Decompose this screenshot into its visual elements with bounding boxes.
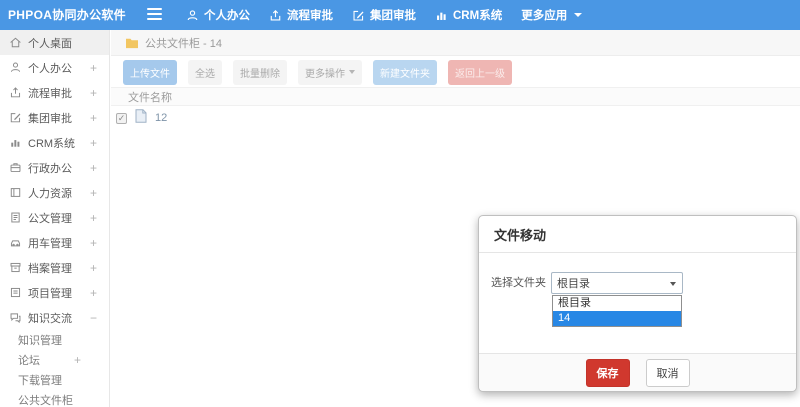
top-nav-menu: 个人办公 流程审批 集团审批 CRM系统 更多应用 — [186, 0, 583, 30]
modal-title: 文件移动 — [494, 227, 547, 243]
sidebar-item-desktop[interactable]: 个人桌面 — [0, 30, 109, 55]
phpoa-app: PHPOA协同办公软件 个人办公 流程审批 集团审批 CRM系统 更多应用 个人… — [0, 0, 800, 407]
more-operations-button[interactable]: 更多操作 — [298, 59, 362, 85]
dropdown-option-root[interactable]: 根目录 — [553, 296, 681, 311]
nav-workflow-approval[interactable]: 流程审批 — [269, 7, 333, 23]
sidebar-subitem-download-mgmt[interactable]: 下载管理 — [0, 370, 109, 390]
file-name-column-header: 文件名称 — [128, 91, 172, 104]
cancel-button[interactable]: 取消 — [645, 358, 690, 387]
batch-delete-button[interactable]: 批量删除 — [233, 59, 287, 85]
sidebar-item-group-approval[interactable]: 集团审批 + — [0, 105, 109, 130]
expand-plus-icon[interactable]: + — [90, 211, 97, 225]
select-all-button[interactable]: 全选 — [188, 59, 222, 85]
collapse-minus-icon[interactable]: − — [90, 311, 97, 325]
modal-footer: 保存 取消 — [479, 353, 796, 391]
expand-plus-icon[interactable]: + — [90, 61, 97, 75]
sidebar-subitem-public-file-cabinet[interactable]: 公共文件柜 — [0, 390, 109, 407]
chevron-down-icon — [670, 282, 676, 286]
row-checkbox[interactable]: ✓ — [116, 112, 127, 124]
expand-plus-icon[interactable]: + — [90, 186, 97, 200]
nav-group-approval[interactable]: 集团审批 — [352, 7, 416, 23]
sidebar-item-knowledge-exchange[interactable]: 知识交流 − — [0, 305, 109, 330]
expand-plus-icon[interactable]: + — [90, 161, 97, 175]
car-icon — [9, 236, 22, 249]
sidebar-item-workflow-approval[interactable]: 流程审批 + — [0, 80, 109, 105]
folder-icon — [125, 37, 139, 49]
chevron-down-icon — [574, 13, 583, 17]
upload-share-icon — [269, 9, 282, 22]
chat-bubbles-icon — [9, 311, 22, 324]
sidebar-item-hr[interactable]: 人力资源 + — [0, 180, 109, 205]
modal-header: 文件移动 — [479, 216, 796, 253]
sidebar-item-document-mgmt[interactable]: 公文管理 + — [0, 205, 109, 230]
file-name: 12 — [155, 112, 168, 124]
file-move-modal: 文件移动 选择文件夹 根目录 根目录 14 保存 取消 — [478, 215, 797, 392]
nav-personal-office[interactable]: 个人办公 — [186, 7, 250, 23]
new-folder-button[interactable]: 新建文件夹 — [373, 59, 437, 85]
file-table-header: 文件名称 — [111, 87, 800, 106]
folder-select-dropdown: 根目录 14 — [552, 295, 682, 327]
breadcrumb-path: 公共文件柜 - 14 — [145, 37, 223, 50]
sidebar-item-admin-office[interactable]: 行政办公 + — [0, 155, 109, 180]
id-card-icon — [9, 186, 22, 199]
nav-more-apps[interactable]: 更多应用 — [521, 7, 583, 23]
expand-plus-icon[interactable]: + — [90, 236, 97, 250]
expand-plus-icon[interactable]: + — [90, 86, 97, 100]
expand-plus-icon[interactable]: + — [90, 111, 97, 125]
sidebar-item-vehicle-mgmt[interactable]: 用车管理 + — [0, 230, 109, 255]
expand-plus-icon[interactable]: + — [74, 353, 81, 367]
sidebar-item-crm[interactable]: CRM系统 + — [0, 130, 109, 155]
briefcase-icon — [9, 161, 22, 174]
sidebar: 个人桌面 个人办公 + 流程审批 + 集团审批 + CRM系统 + 行政办公 + — [0, 30, 110, 407]
sidebar-subitem-knowledge-mgmt[interactable]: 知识管理 — [0, 330, 109, 350]
folder-select[interactable]: 根目录 — [551, 272, 683, 294]
nav-crm[interactable]: CRM系统 — [435, 7, 502, 23]
upload-file-button[interactable]: 上传文件 — [123, 59, 177, 85]
user-icon — [9, 61, 22, 74]
home-icon — [9, 36, 22, 49]
upload-share-icon — [9, 86, 22, 99]
file-toolbar: 上传文件 全选 批量删除 更多操作 新建文件夹 返回上一级 — [111, 57, 800, 87]
clipboard-icon — [9, 286, 22, 299]
save-button[interactable]: 保存 — [585, 358, 630, 387]
expand-plus-icon[interactable]: + — [90, 136, 97, 150]
sidebar-item-personal-office[interactable]: 个人办公 + — [0, 55, 109, 80]
bar-chart-icon — [9, 136, 22, 149]
document-icon — [9, 211, 22, 224]
sidebar-item-project-mgmt[interactable]: 项目管理 + — [0, 280, 109, 305]
expand-plus-icon[interactable]: + — [90, 286, 97, 300]
edit-icon — [9, 111, 22, 124]
go-back-button[interactable]: 返回上一级 — [448, 59, 512, 85]
expand-plus-icon[interactable]: + — [90, 261, 97, 275]
edit-icon — [352, 9, 365, 22]
breadcrumb: 公共文件柜 - 14 — [111, 30, 800, 56]
archive-icon — [9, 261, 22, 274]
bar-chart-icon — [435, 9, 448, 22]
chevron-down-icon — [349, 70, 355, 74]
user-icon — [186, 9, 199, 22]
folder-select-value: 根目录 — [557, 278, 590, 290]
sidebar-item-archive-mgmt[interactable]: 档案管理 + — [0, 255, 109, 280]
dropdown-option-14[interactable]: 14 — [553, 311, 681, 326]
app-logo: PHPOA协同办公软件 — [8, 8, 126, 22]
menu-toggle-icon[interactable] — [147, 8, 162, 23]
select-folder-label: 选择文件夹 — [491, 277, 546, 289]
sidebar-subitem-forum[interactable]: 论坛 + — [0, 350, 109, 370]
file-icon — [135, 108, 147, 128]
file-row[interactable]: ✓ 12 — [111, 106, 800, 130]
top-navbar: PHPOA协同办公软件 个人办公 流程审批 集团审批 CRM系统 更多应用 — [0, 0, 800, 30]
